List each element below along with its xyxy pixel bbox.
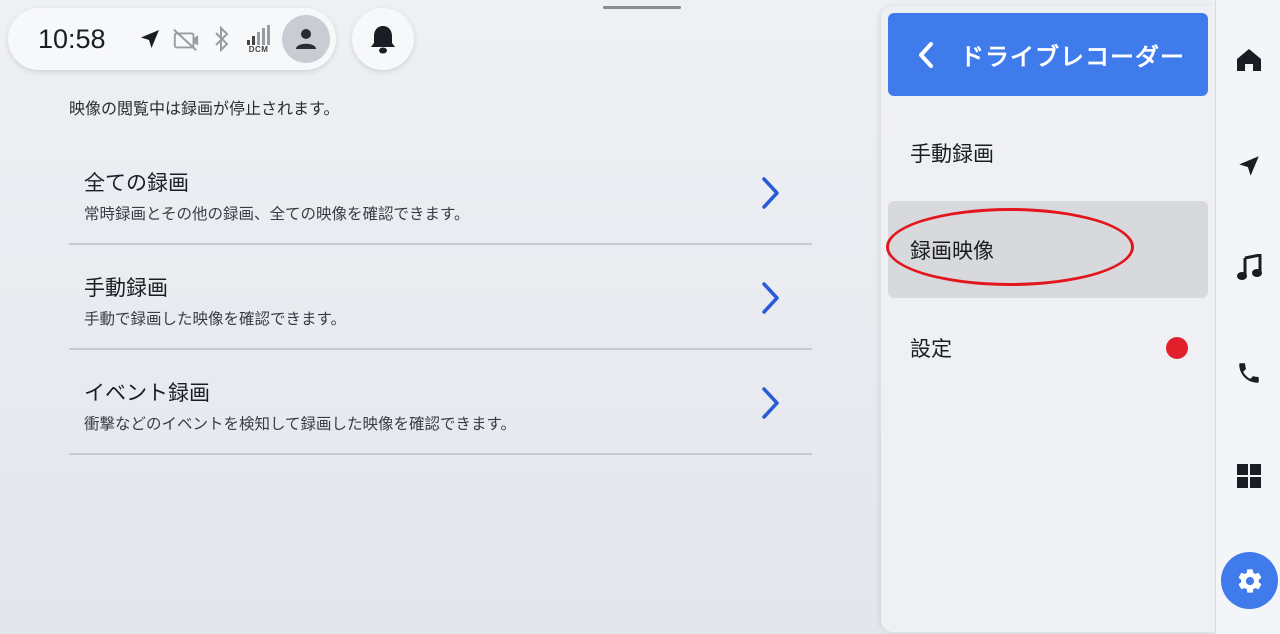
panel-title: ドライブレコーダー	[960, 43, 1185, 71]
drag-handle[interactable]	[603, 6, 681, 9]
dcm-label: DCM	[248, 44, 269, 54]
phone-icon	[1238, 363, 1259, 383]
menu-item-label: 設定	[910, 336, 952, 361]
home-icon	[1236, 49, 1261, 71]
recording-list: 全ての録画 常時録画とその他の録画、全ての映像を確認できます。 手動録画 手動で…	[69, 140, 812, 455]
bluetooth-icon	[208, 25, 236, 53]
menu-item-manual-recording[interactable]: 手動録画	[888, 104, 1208, 201]
panel-header: ドライブレコーダー	[888, 13, 1208, 96]
list-item-title: イベント録画	[84, 381, 210, 405]
navigation-icon	[1238, 156, 1259, 176]
navigation-button[interactable]	[1216, 136, 1280, 196]
menu-item-label: 手動録画	[910, 141, 994, 166]
phone-button[interactable]	[1216, 343, 1280, 403]
apps-icon	[1236, 464, 1261, 488]
status-icons: DCM	[136, 24, 274, 54]
chevron-left-icon	[919, 41, 933, 68]
music-button[interactable]	[1216, 238, 1280, 298]
list-item-title: 全ての録画	[84, 171, 189, 195]
list-item-description: 手動で録画した映像を確認できます。	[84, 310, 346, 328]
menu-item-recorded-video[interactable]: 録画映像	[888, 201, 1208, 298]
home-button[interactable]	[1216, 30, 1280, 90]
camera-off-icon	[172, 25, 200, 53]
user-avatar[interactable]	[282, 15, 330, 63]
gear-icon	[1238, 568, 1261, 593]
list-item-description: 衝撃などのイベントを検知して録画した映像を確認できます。	[84, 415, 516, 433]
chevron-right-icon	[762, 387, 779, 419]
status-bar: 10:58 DCM	[8, 8, 336, 70]
list-item-title: 手動録画	[84, 276, 168, 300]
list-item-all-recordings[interactable]: 全ての録画 常時録画とその他の録画、全ての映像を確認できます。	[69, 140, 812, 245]
menu-item-label: 録画映像	[910, 238, 994, 263]
list-item-manual-recordings[interactable]: 手動録画 手動で録画した映像を確認できます。	[69, 245, 812, 350]
settings-button[interactable]	[1221, 552, 1278, 609]
side-panel: ドライブレコーダー 手動録画 録画映像 設定	[881, 6, 1215, 632]
chevron-right-icon	[762, 177, 779, 209]
back-button[interactable]	[896, 13, 956, 96]
location-arrow-icon	[136, 25, 164, 53]
clock: 10:58	[38, 23, 106, 54]
notification-button[interactable]	[352, 8, 414, 70]
apps-button[interactable]	[1216, 446, 1280, 506]
list-item-event-recordings[interactable]: イベント録画 衝撃などのイベントを検知して録画した映像を確認できます。	[69, 350, 812, 455]
music-icon	[1236, 254, 1262, 280]
alert-dot	[1166, 337, 1188, 359]
bell-icon	[371, 26, 395, 54]
person-icon	[296, 29, 316, 49]
chevron-right-icon	[762, 282, 779, 314]
list-item-description: 常時録画とその他の録画、全ての映像を確認できます。	[84, 205, 470, 223]
menu-item-settings[interactable]: 設定	[888, 299, 1208, 396]
nav-rail	[1215, 0, 1280, 634]
notice-text: 映像の閲覧中は録画が停止されます。	[69, 99, 340, 118]
signal-icon: DCM	[244, 24, 274, 54]
